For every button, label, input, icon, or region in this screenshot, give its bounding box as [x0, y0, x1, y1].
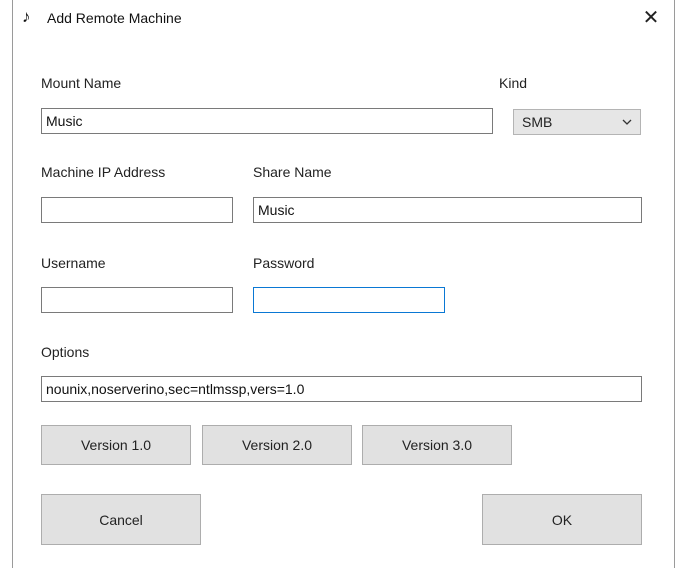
dialog-title: Add Remote Machine: [47, 10, 182, 26]
options-label: Options: [41, 344, 90, 360]
version-2-button[interactable]: Version 2.0: [202, 425, 352, 465]
music-note-icon: ♪: [22, 7, 31, 26]
password-label: Password: [253, 255, 315, 271]
add-remote-machine-dialog: ♪ Add Remote Machine ✕ Mount Name Kind S…: [12, 0, 675, 568]
share-name-input[interactable]: [253, 197, 642, 223]
close-button[interactable]: ✕: [628, 0, 674, 36]
chevron-down-icon: [622, 119, 632, 125]
share-name-label: Share Name: [253, 164, 332, 180]
username-input[interactable]: [41, 287, 233, 313]
kind-select[interactable]: SMB: [513, 109, 641, 135]
machine-ip-label: Machine IP Address: [41, 164, 166, 180]
version-3-button[interactable]: Version 3.0: [362, 425, 512, 465]
cancel-button[interactable]: Cancel: [41, 494, 201, 545]
kind-select-value: SMB: [522, 114, 553, 130]
version-1-button[interactable]: Version 1.0: [41, 425, 191, 465]
options-input[interactable]: [41, 376, 642, 402]
title-bar: ♪ Add Remote Machine ✕: [13, 0, 674, 36]
ok-button[interactable]: OK: [482, 494, 642, 545]
kind-label: Kind: [499, 75, 528, 91]
mount-name-input[interactable]: [41, 108, 493, 134]
username-label: Username: [41, 255, 106, 271]
machine-ip-input[interactable]: [41, 197, 233, 223]
mount-name-label: Mount Name: [41, 75, 122, 91]
password-input[interactable]: [253, 287, 445, 313]
